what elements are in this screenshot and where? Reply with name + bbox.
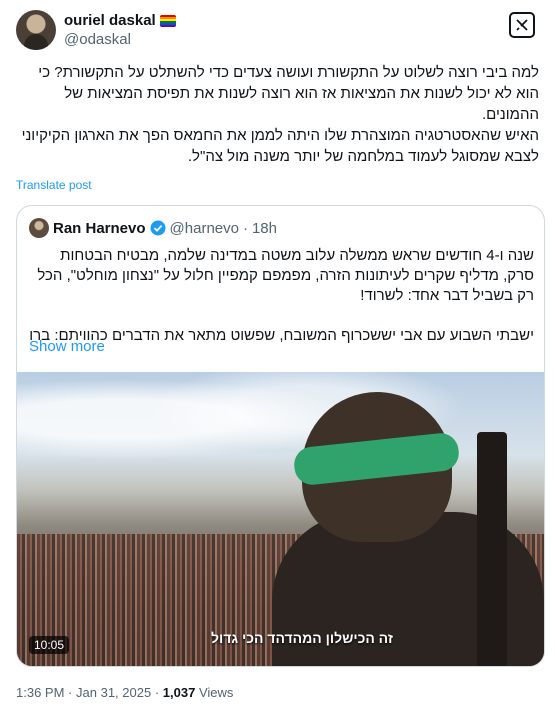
verified-badge-icon [150, 220, 166, 236]
quoted-tweet[interactable]: Ran Harnevo @harnevo · 18h שנה ו-4 חודשי… [16, 205, 545, 667]
views-label: Views [198, 685, 234, 700]
rainbow-flag-icon [159, 14, 176, 27]
tweet-header: ouriel daskal @odaskal [16, 10, 539, 50]
video-player[interactable]: זה הכישלון המהדהד הכי גדול 10:05 [17, 372, 544, 666]
quote-author-avatar [29, 218, 49, 238]
post-date[interactable]: Jan 31, 2025 [76, 685, 151, 700]
footer-separator: · [68, 685, 73, 700]
video-caption: זה הכישלון המהדהד הכי גדול [211, 630, 393, 646]
author-name-line[interactable]: ouriel daskal [64, 12, 176, 29]
quote-header: Ran Harnevo @harnevo · 18h [29, 218, 277, 238]
footer-separator: · [154, 685, 160, 700]
show-more-link[interactable]: Show more [29, 338, 105, 355]
tweet-footer: 1:36 PM · Jan 31, 2025 · 1,037 Views [16, 685, 233, 700]
quote-author-name: Ran Harnevo [53, 219, 146, 237]
grok-icon[interactable] [509, 12, 535, 38]
views-count: 1,037 [162, 685, 196, 700]
translate-post-link[interactable]: Translate post [16, 178, 92, 192]
tweet-text: למה ביבי רוצה לשלוט על התקשורת ועושה צעד… [16, 62, 539, 167]
author-avatar[interactable] [16, 10, 56, 50]
meta-separator: · [242, 219, 248, 237]
quote-paragraph: שנה ו-4 חודשים שראש ממשלה עלוב משטה במדי… [37, 247, 534, 304]
author-handle[interactable]: @odaskal [64, 31, 131, 48]
video-figure [272, 392, 544, 666]
quote-author-handle: @harnevo [169, 219, 239, 237]
author-name[interactable]: ouriel daskal [64, 12, 156, 29]
post-time[interactable]: 1:36 PM [16, 685, 64, 700]
tweet-paragraph: האיש שהאסטרטגיה המוצהרת שלו היתה לממן את… [21, 127, 539, 165]
tweet-paragraph: למה ביבי רוצה לשלוט על התקשורת ועושה צעד… [38, 64, 539, 123]
quote-timestamp: 18h [251, 219, 277, 237]
quote-text: שנה ו-4 חודשים שראש ממשלה עלוב משטה במדי… [29, 246, 534, 346]
video-duration: 10:05 [29, 636, 70, 654]
